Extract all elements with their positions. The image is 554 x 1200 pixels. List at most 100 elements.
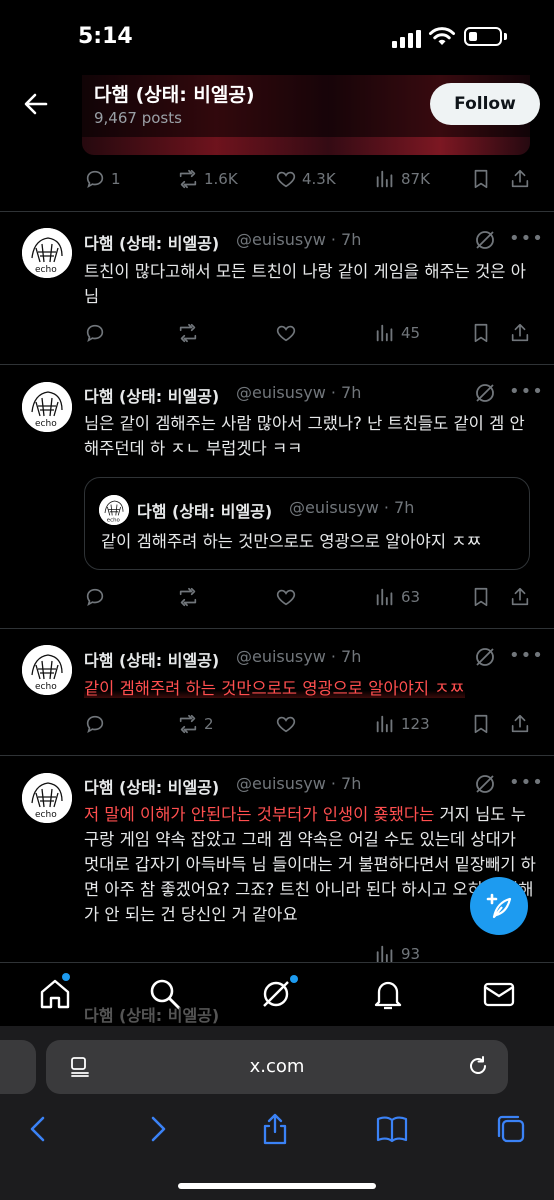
share-icon [511,714,529,733]
share-button[interactable] [509,713,531,735]
repost-icon [179,587,197,607]
repost-button[interactable]: 2 [177,713,214,735]
grok-icon[interactable] [474,646,496,668]
bookmark-button[interactable] [470,586,492,608]
bookmark-icon [474,714,488,734]
follow-button[interactable]: Follow [430,83,540,125]
mail-icon[interactable] [482,977,516,1011]
tweet-handle[interactable]: @euisusyw · 7h [236,230,361,249]
avatar [21,644,73,696]
wifi-icon [429,27,455,45]
heart-icon [276,171,296,188]
share-icon [511,169,529,188]
browser-forward-icon[interactable] [140,1112,174,1146]
like-button[interactable]: 4.3K [275,168,336,190]
share-icon [511,323,529,342]
battery-cap [504,33,507,40]
tweet-handle[interactable]: @euisusyw · 7h [236,647,361,666]
bookmark-button[interactable] [470,168,492,190]
notification-dot [62,973,70,981]
tweet-text: 님은 같이 겜해주는 사람 많아서 그랬나? 난 트친들도 같이 겜 안해주던데… [84,414,525,458]
bookmark-button[interactable] [470,713,492,735]
share-button[interactable] [509,586,531,608]
next-tweet-author: 다햄 (상태: 비엘공) [84,1006,220,1025]
divider [0,755,554,756]
views-button[interactable]: 63 [374,586,420,608]
views-chart-icon [376,945,393,963]
views-button[interactable]: 87K [374,168,430,190]
tweet-avatar[interactable] [21,381,73,436]
tweet-author-name[interactable]: 다햄 (상태: 비엘공) [84,647,219,671]
reload-icon[interactable] [466,1054,490,1078]
tweet-actions: 1 1.6K 4.3K 87K [0,168,554,198]
grok-tab-icon[interactable] [259,977,293,1011]
avatar [21,772,73,824]
views-button[interactable]: 123 [374,713,430,735]
profile-name: 다햄 (상태: 비엘공) [94,84,255,106]
tweet-avatar[interactable] [21,644,73,699]
reply-button[interactable] [84,713,106,735]
more-options-icon[interactable]: ••• [509,381,544,402]
views-chart-icon [376,324,393,342]
tweet-author-name[interactable]: 다햄 (상태: 비엘공) [84,383,219,407]
quoted-tweet[interactable]: 다햄 (상태: 비엘공) @euisusyw · 7h 같이 겜해주려 하는 것… [84,477,530,570]
repost-icon [179,714,197,734]
heart-icon [276,589,296,606]
repost-button[interactable] [177,322,199,344]
compose-button[interactable] [470,877,528,935]
more-options-icon[interactable]: ••• [509,772,544,793]
divider [0,364,554,365]
tweet-handle[interactable]: @euisusyw · 7h [236,774,361,793]
avatar [21,381,73,433]
tweet-text: 트친이 많다고해서 모든 트친이 나랑 같이 게임을 해주는 것은 아님 [84,262,526,306]
repost-icon [179,169,197,189]
bookmarks-book-icon[interactable] [375,1112,409,1146]
reply-button[interactable] [84,322,106,344]
highlighted-text: 같이 겜해주려 하는 것만으로도 영광으로 알아야지 ㅈㅉ [84,679,465,698]
back-arrow-icon[interactable] [22,90,50,118]
tweet-actions: 2 123 [0,713,554,743]
notification-dot [290,975,298,983]
reply-icon [86,324,104,343]
views-button[interactable]: 93 [374,944,420,964]
share-sheet-icon[interactable] [258,1112,292,1146]
grok-icon[interactable] [474,382,496,404]
home-icon[interactable] [38,977,72,1011]
grok-icon[interactable] [474,773,496,795]
bell-icon[interactable] [371,977,405,1011]
tweet-handle[interactable]: @euisusyw · 7h [236,383,361,402]
share-icon [511,587,529,606]
more-options-icon[interactable]: ••• [509,645,544,666]
tabs-icon[interactable] [494,1112,528,1146]
bookmark-icon [474,587,488,607]
views-button[interactable]: 45 [374,322,420,344]
reply-button[interactable]: 1 [84,168,121,190]
reply-button[interactable] [84,586,106,608]
heart-icon [276,716,296,733]
battery-icon [464,27,502,46]
repost-button[interactable]: 1.6K [177,168,238,190]
reply-icon [86,588,104,607]
like-button[interactable] [275,322,297,344]
like-button[interactable] [275,586,297,608]
status-time: 5:14 [78,24,133,49]
share-button[interactable] [509,322,531,344]
share-button[interactable] [509,168,531,190]
tweet-avatar[interactable] [21,227,73,282]
bookmark-button[interactable] [470,322,492,344]
more-options-icon[interactable]: ••• [509,228,544,249]
quoted-text: 같이 겜해주려 하는 것만으로도 영광으로 알아야지 ㅈㅉ [101,532,482,551]
browser-back-icon[interactable] [22,1112,56,1146]
tweet-text: 같이 겜해주려 하는 것만으로도 영광으로 알아야지 ㅈㅉ [84,676,465,701]
divider [0,211,554,212]
tweet-avatar[interactable] [21,772,73,827]
views-chart-icon [376,170,393,188]
repost-button[interactable] [177,586,199,608]
post-count: 9,467 posts [94,109,182,127]
tweet-author-name[interactable]: 다햄 (상태: 비엘공) [84,774,219,798]
cellular-signal-icon [392,30,421,48]
like-button[interactable] [275,713,297,735]
tweet-author-name[interactable]: 다햄 (상태: 비엘공) [84,230,219,254]
grok-icon[interactable] [474,229,496,251]
compose-feather-icon [486,893,512,919]
